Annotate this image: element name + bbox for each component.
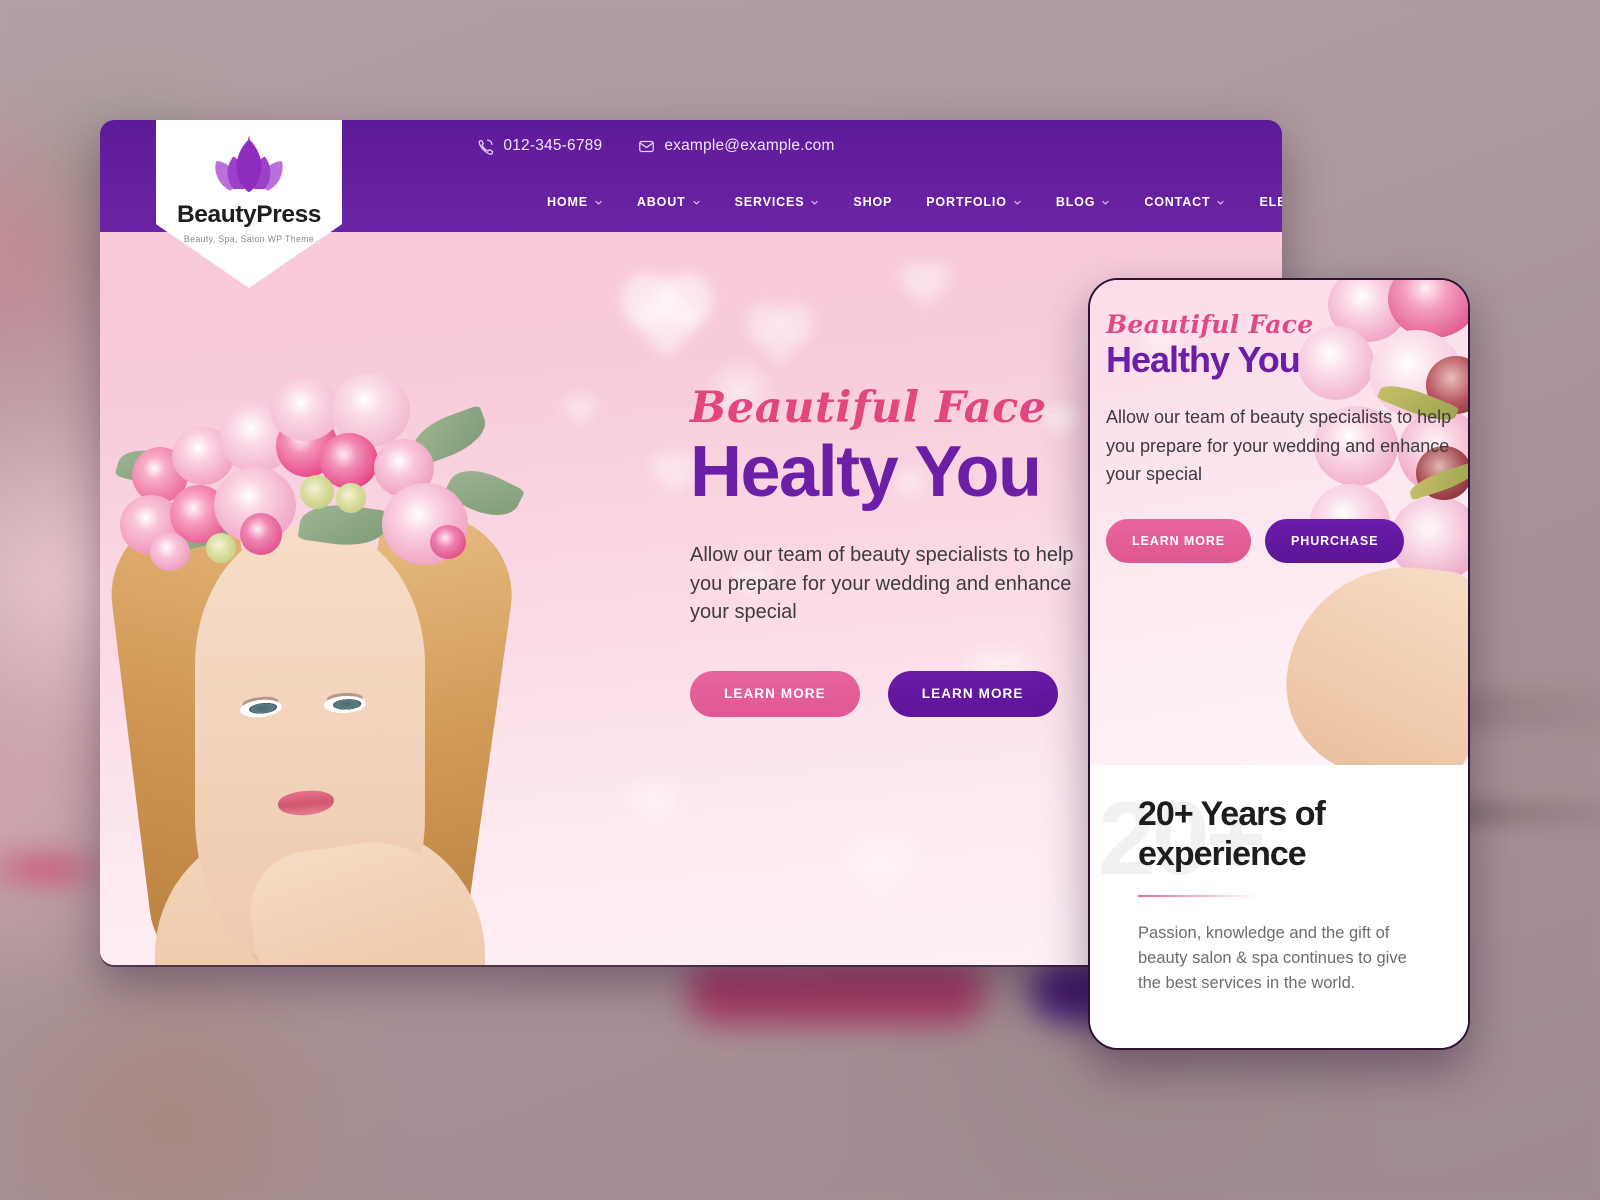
brand-name: BeautyPress (176, 201, 322, 228)
nav-item-label: PORTFOLIO (926, 195, 1007, 209)
nav-item-element[interactable]: ELEMENT (1242, 187, 1282, 217)
header-phone[interactable]: 012-345-6789 (477, 137, 602, 155)
phone-icon (477, 138, 494, 155)
nav-item-label: ABOUT (636, 195, 686, 209)
header-email[interactable]: example@example.com (638, 137, 834, 155)
mobile-hero-script-title: Beautiful Face (1106, 310, 1314, 339)
nav-item-home[interactable]: HOME (530, 187, 620, 217)
mobile-mockup: Beautiful Face Healthy You Allow our tea… (1088, 278, 1470, 1050)
chevron-down-icon (810, 198, 819, 207)
flower-crown (110, 355, 530, 585)
mobile-hero-paragraph: Allow our team of beauty specialists to … (1106, 406, 1452, 485)
nav-item-shop[interactable]: SHOP (836, 187, 909, 217)
nav-item-label: ELEMENT (1259, 195, 1282, 209)
mobile-hero-button-group: LEARN MORE PHURCHASE (1106, 519, 1468, 564)
experience-description: Passion, knowledge and the gift of beaut… (1138, 924, 1407, 993)
screenshot-stage: 012-345-6789 example@example.com HOME ABO… (0, 0, 1600, 1200)
nav-item-label: SERVICES (734, 195, 805, 209)
nav-item-label: CONTACT (1144, 195, 1211, 209)
envelope-icon (638, 138, 655, 155)
hero-learn-more-primary-button[interactable]: LEARN MORE (690, 670, 860, 717)
header-phone-text: 012-345-6789 (503, 137, 603, 154)
nav-item-label: HOME (547, 195, 588, 209)
nav-menu: HOME ABOUT SERVICES SHOP PORTFOLIO BLOG CONTAC… (530, 187, 1282, 217)
site-header: 012-345-6789 example@example.com HOME ABO… (100, 120, 1282, 288)
nav-item-services[interactable]: SERVICES (718, 187, 837, 217)
lotus-icon (210, 136, 288, 194)
chevron-down-icon (1216, 198, 1225, 207)
chevron-down-icon (1013, 198, 1022, 207)
experience-title: 20+ Years of experience (1138, 795, 1326, 873)
hero-paragraph: Allow our team of beauty specialists to … (690, 544, 1074, 624)
nav-item-about[interactable]: ABOUT (620, 187, 718, 217)
mobile-purchase-button[interactable]: PHURCHASE (1265, 519, 1405, 564)
mobile-experience-section: 20+ 20+ Years of experience Passion, kno… (1090, 765, 1468, 1048)
experience-divider (1138, 894, 1258, 898)
nav-item-portfolio[interactable]: PORTFOLIO (909, 187, 1039, 217)
hero-learn-more-secondary-button[interactable]: LEARN MORE (887, 670, 1058, 717)
chevron-down-icon (594, 198, 603, 207)
nav-item-blog[interactable]: BLOG (1039, 187, 1128, 217)
header-email-text: example@example.com (664, 137, 835, 154)
mobile-hero-section: Beautiful Face Healthy You Allow our tea… (1090, 280, 1468, 765)
chevron-down-icon (692, 198, 701, 207)
brand-tagline: Beauty, Spa, Salon WP Theme (183, 234, 315, 244)
hero-model-photo (100, 345, 530, 965)
mobile-hero-headline: Healthy You (1106, 339, 1301, 380)
chevron-down-icon (1101, 198, 1110, 207)
mobile-hero-copy: Beautiful Face Healthy You Allow our tea… (1090, 280, 1468, 564)
mobile-learn-more-button[interactable]: LEARN MORE (1106, 519, 1252, 564)
nav-item-contact[interactable]: CONTACT (1127, 187, 1242, 217)
background-ghost-button-pink (686, 962, 986, 1024)
nav-item-label: SHOP (853, 195, 893, 209)
nav-item-label: BLOG (1055, 195, 1096, 209)
